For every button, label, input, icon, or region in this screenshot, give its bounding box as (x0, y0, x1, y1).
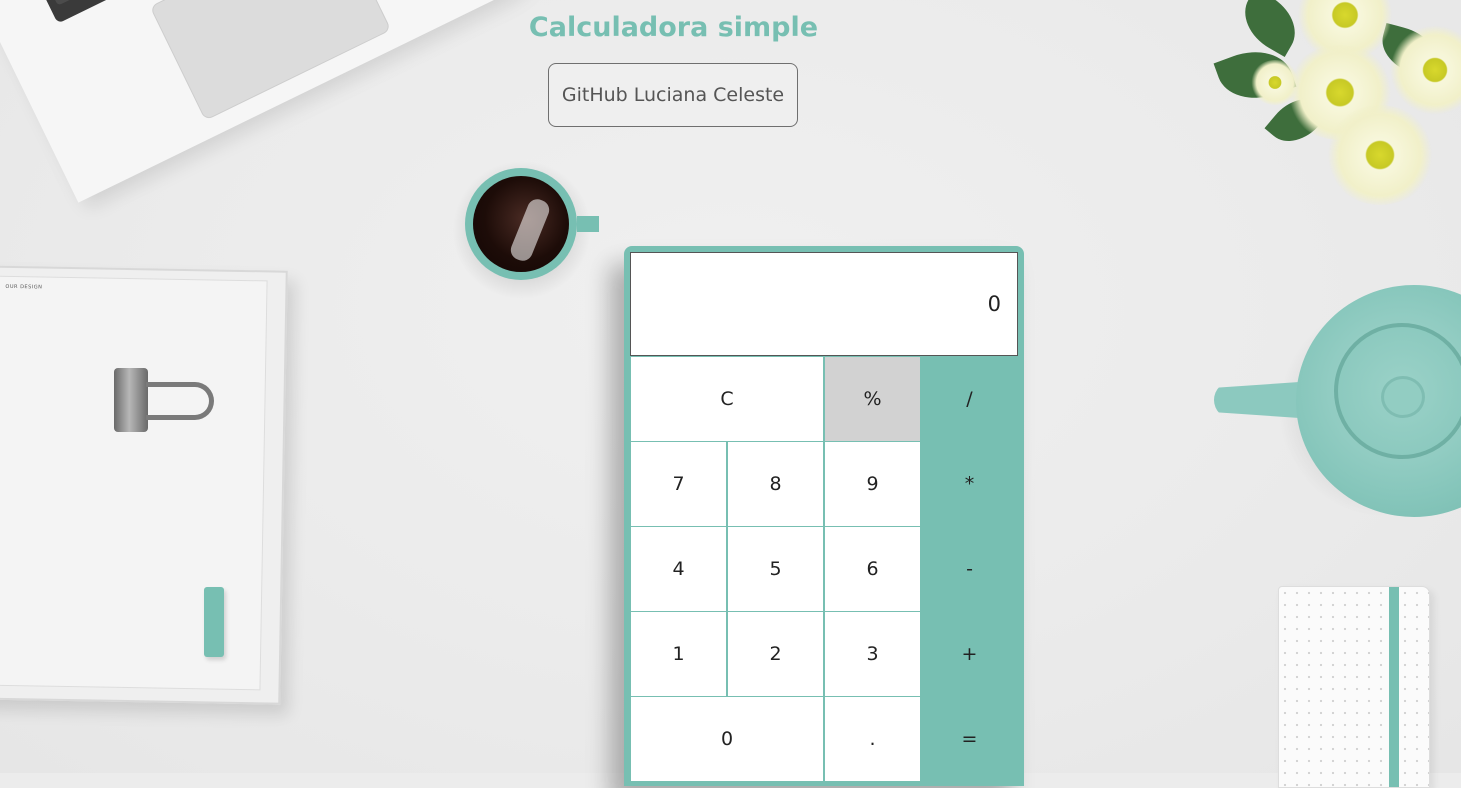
digit-5-key[interactable]: 5 (727, 526, 824, 612)
github-link-button[interactable]: GitHub Luciana Celeste (548, 63, 798, 127)
calculator-display: 0 (630, 252, 1018, 356)
cup-handle (577, 216, 599, 232)
papers-caption: OUR DESIGN (5, 283, 43, 291)
digit-8-key[interactable]: 8 (727, 441, 824, 527)
digit-7-key[interactable]: 7 (630, 441, 727, 527)
equals-key[interactable]: = (921, 696, 1018, 782)
teapot-knob (1384, 379, 1422, 415)
add-key[interactable]: + (921, 611, 1018, 697)
decimal-key[interactable]: . (824, 696, 921, 782)
divide-key[interactable]: / (921, 356, 1018, 442)
notebook-image (1278, 586, 1430, 788)
notebook-band (1389, 587, 1399, 787)
digit-1-key[interactable]: 1 (630, 611, 727, 697)
digit-4-key[interactable]: 4 (630, 526, 727, 612)
digit-6-key[interactable]: 6 (824, 526, 921, 612)
keyboard-key: ⌘ (47, 0, 82, 6)
coffee-cup-image (465, 168, 577, 280)
digit-0-key[interactable]: 0 (630, 696, 824, 782)
percent-key[interactable]: % (824, 356, 921, 442)
clear-key[interactable]: C (630, 356, 824, 442)
calculator: 0 C % / 7 8 9 * 4 5 6 - 1 2 3 + 0 . = (624, 246, 1024, 786)
subtract-key[interactable]: - (921, 526, 1018, 612)
page-title: Calculadora simple (528, 12, 819, 43)
eraser-image (204, 587, 224, 657)
binder-clip-handle (146, 382, 214, 420)
coffee (473, 176, 569, 272)
daisy (1325, 105, 1435, 205)
daisy (1250, 60, 1300, 105)
multiply-key[interactable]: * (921, 441, 1018, 527)
binder-clip-image (114, 368, 148, 432)
digit-3-key[interactable]: 3 (824, 611, 921, 697)
digit-9-key[interactable]: 9 (824, 441, 921, 527)
paper-stack-image: OUR DESIGN (0, 265, 288, 705)
digit-2-key[interactable]: 2 (727, 611, 824, 697)
